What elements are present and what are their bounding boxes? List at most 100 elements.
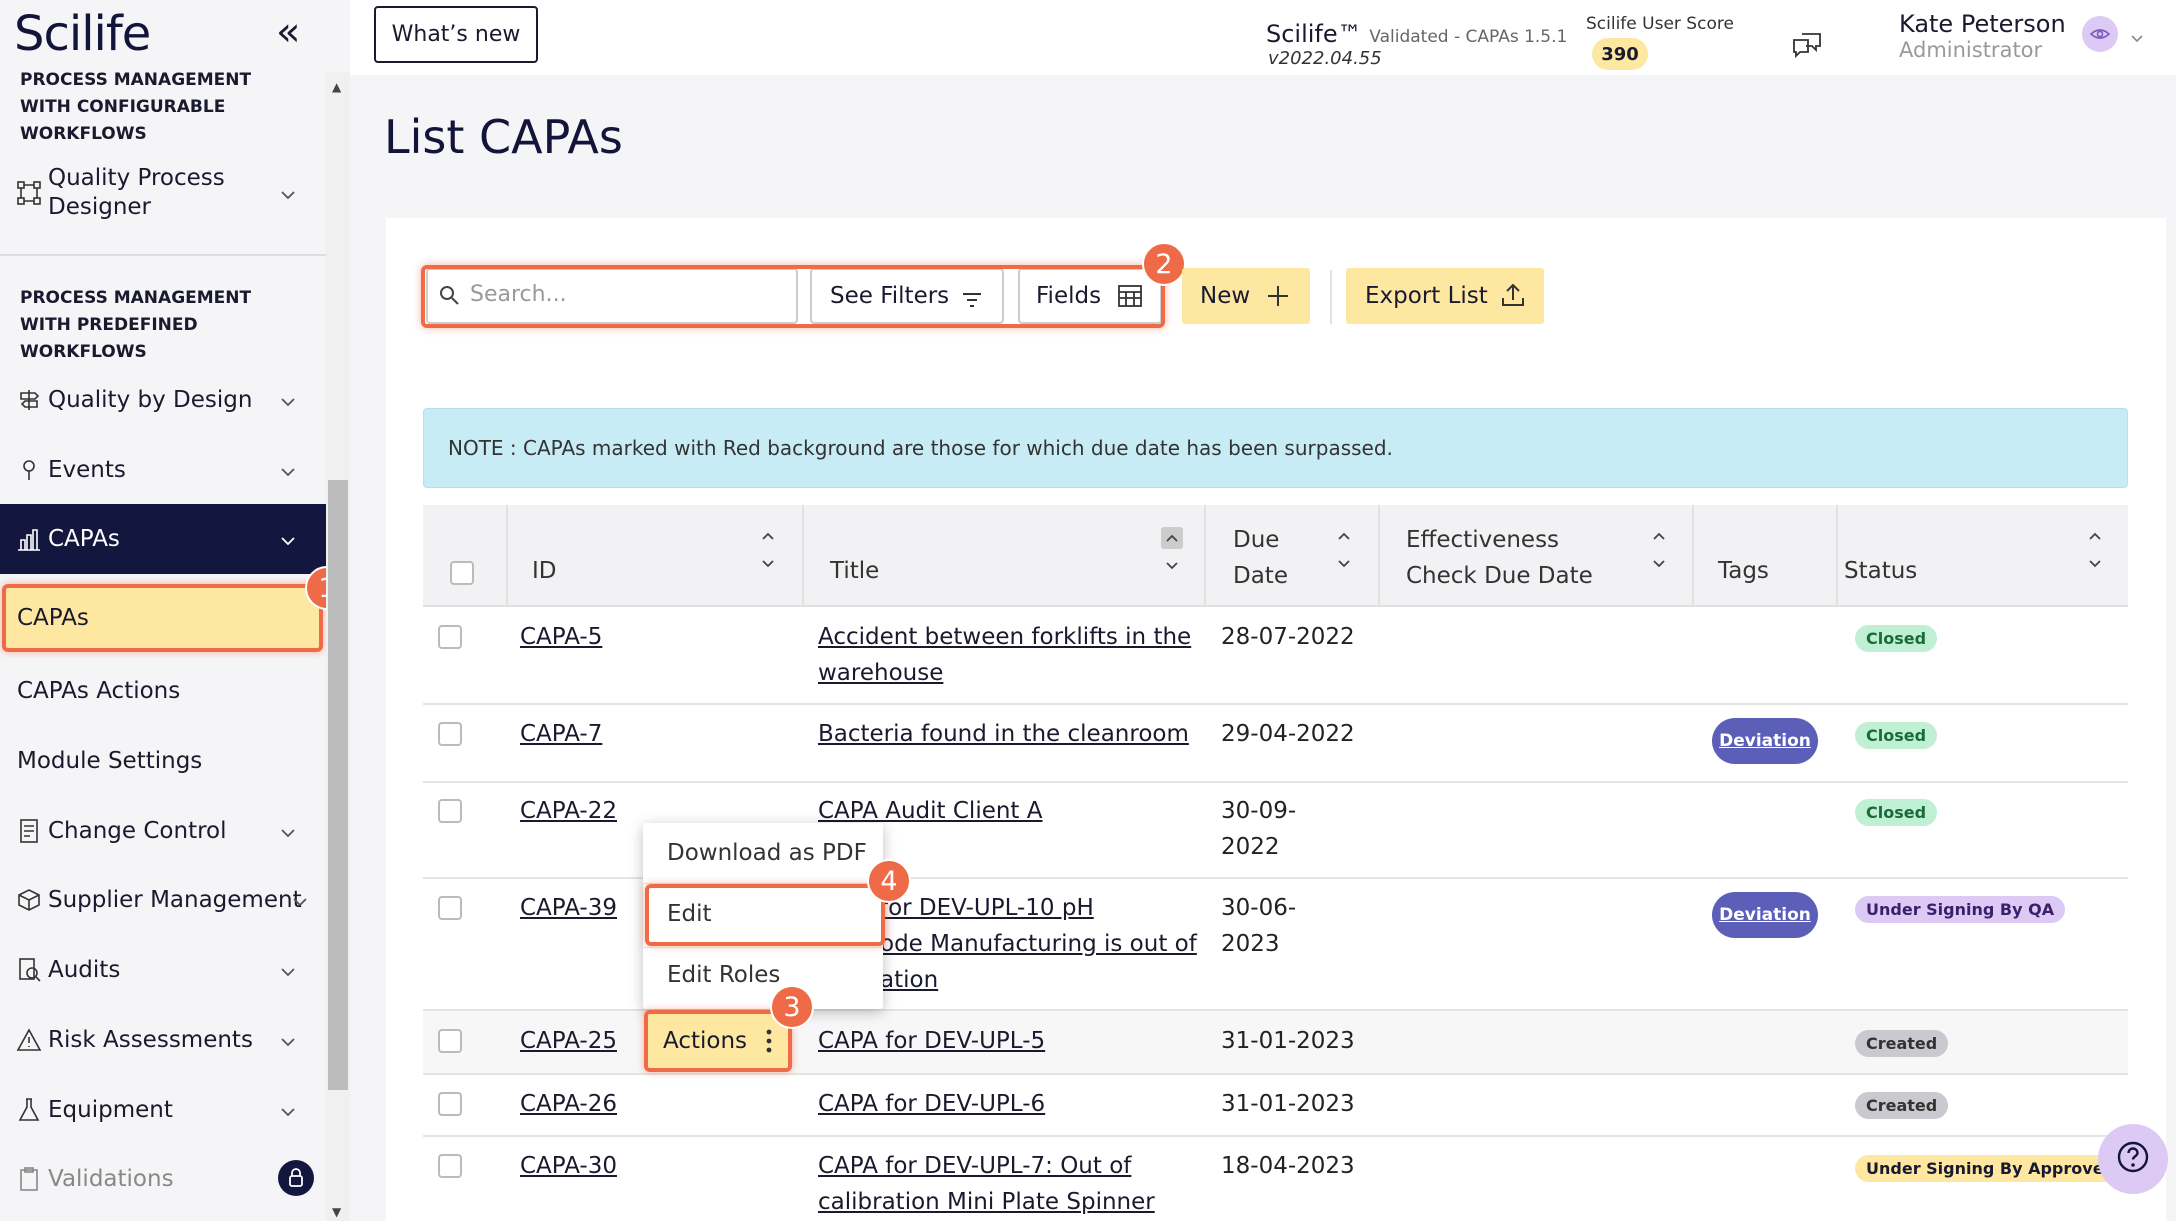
sort-toggle-status[interactable] bbox=[2087, 530, 2103, 575]
capa-title-link[interactable]: for DEV-UPL-10 pH bbox=[880, 890, 1094, 926]
sidebar-scrollbar-thumb[interactable] bbox=[328, 480, 348, 1090]
row-checkbox[interactable] bbox=[438, 799, 462, 823]
select-all-checkbox[interactable] bbox=[450, 561, 474, 585]
sidebar-subitem-module-settings[interactable]: Module Settings bbox=[0, 726, 326, 796]
sidebar-divider bbox=[0, 254, 326, 256]
capa-title-link[interactable]: CAPA for DEV-UPL-6 bbox=[818, 1086, 1045, 1122]
column-header-id[interactable]: ID bbox=[532, 558, 557, 584]
column-divider bbox=[1378, 505, 1380, 607]
version-label: v2022.04.55 bbox=[1268, 48, 1382, 69]
menu-item-download-pdf[interactable]: Download as PDF bbox=[667, 840, 867, 866]
sidebar-subitem-capas-actions[interactable]: CAPAs Actions bbox=[0, 656, 326, 726]
tag-deviation[interactable]: Deviation bbox=[1712, 892, 1818, 938]
row-checkbox[interactable] bbox=[438, 722, 462, 746]
sidebar-item-audits[interactable]: Audits bbox=[0, 935, 326, 1005]
collapse-sidebar-icon[interactable]: « bbox=[276, 12, 300, 52]
column-header-effectiveness[interactable]: Effectiveness Check Due Date bbox=[1406, 522, 1593, 594]
product-validated-label: Validated - CAPAs 1.5.1 bbox=[1369, 27, 1568, 47]
callout-highlight-2 bbox=[421, 265, 1165, 328]
row-checkbox[interactable] bbox=[438, 1092, 462, 1116]
sort-toggle-effectiveness[interactable] bbox=[1651, 530, 1667, 575]
sidebar: Scilife « PROCESS MANAGEMENT WITH CONFIG… bbox=[0, 0, 326, 1221]
sidebar-item-supplier-management[interactable]: Supplier Management bbox=[0, 865, 326, 935]
capa-id-link[interactable]: CAPA-5 bbox=[520, 619, 602, 655]
sidebar-item-quality-process-designer[interactable]: Quality Process Designer bbox=[0, 158, 326, 228]
callout-highlight-3 bbox=[644, 1010, 792, 1072]
capa-id-link[interactable]: CAPA-25 bbox=[520, 1023, 617, 1059]
column-divider bbox=[802, 505, 804, 607]
column-header-title[interactable]: Title bbox=[830, 558, 879, 584]
callout-badge-2: 2 bbox=[1142, 242, 1186, 286]
workflow-icon bbox=[14, 180, 44, 206]
capa-id-link[interactable]: CAPA-39 bbox=[520, 890, 617, 926]
capa-id-link[interactable]: CAPA-7 bbox=[520, 716, 602, 752]
capa-id-link[interactable]: CAPA-30 bbox=[520, 1148, 617, 1184]
column-header-tags[interactable]: Tags bbox=[1718, 558, 1769, 584]
capa-title-link[interactable]: calibration Mini Plate Spinner bbox=[818, 1184, 1155, 1220]
export-list-button[interactable]: Export List bbox=[1346, 268, 1544, 324]
help-button[interactable] bbox=[2098, 1124, 2168, 1194]
capa-title-link[interactable]: CAPA for DEV-UPL-7: Out of bbox=[818, 1148, 1131, 1184]
product-name: Scilife™ Validated - CAPAs 1.5.1 bbox=[1266, 20, 1567, 48]
capa-title-link[interactable]: CAPA for DEV-UPL-5 bbox=[818, 1023, 1045, 1059]
capa-title-link[interactable]: Bacteria found in the cleanroom bbox=[818, 716, 1189, 752]
help-icon bbox=[2116, 1140, 2150, 1178]
sort-toggle-due-date[interactable] bbox=[1336, 530, 1352, 575]
sidebar-item-label: Quality Process Designer bbox=[48, 165, 225, 220]
capa-title-link[interactable]: warehouse bbox=[818, 655, 943, 691]
callout-highlight-1 bbox=[2, 584, 323, 652]
row-checkbox[interactable] bbox=[438, 1154, 462, 1178]
due-header-line1: Due bbox=[1233, 527, 1280, 553]
column-header-due-date[interactable]: Due Date bbox=[1233, 522, 1288, 594]
sidebar-item-validations[interactable]: Validations bbox=[0, 1144, 326, 1214]
avatar[interactable] bbox=[2082, 16, 2118, 52]
status-badge: Closed bbox=[1855, 799, 1938, 826]
row-checkbox[interactable] bbox=[438, 625, 462, 649]
document-icon bbox=[14, 818, 44, 844]
sidebar-item-capas[interactable]: CAPAs bbox=[0, 504, 326, 574]
whats-new-button[interactable]: What’s new bbox=[374, 6, 538, 63]
due-date: 18-04-2023 bbox=[1221, 1153, 1355, 1179]
column-header-status[interactable]: Status bbox=[1844, 558, 1917, 584]
new-button[interactable]: New bbox=[1182, 268, 1310, 324]
sidebar-item-events[interactable]: Events bbox=[0, 435, 326, 505]
chevron-down-icon bbox=[280, 1097, 296, 1123]
sort-toggle-title[interactable] bbox=[1161, 527, 1183, 578]
status-badge: Created bbox=[1855, 1092, 1949, 1119]
page-title: List CAPAs bbox=[384, 110, 623, 164]
capa-title-link[interactable]: Accident between forklifts in the bbox=[818, 619, 1191, 655]
capa-title-link[interactable]: ode Manufacturing is out of bbox=[880, 926, 1197, 962]
sidebar-item-risk-assessments[interactable]: Risk Assessments bbox=[0, 1005, 326, 1075]
row-checkbox[interactable] bbox=[438, 896, 462, 920]
chevron-down-icon bbox=[292, 887, 308, 913]
plus-icon bbox=[1266, 284, 1290, 314]
sidebar-item-label: Quality by Design bbox=[48, 387, 253, 413]
due-date-year: 2023 bbox=[1221, 931, 1280, 957]
scilife-logo[interactable]: Scilife bbox=[14, 6, 151, 62]
capa-title-link[interactable]: ation bbox=[880, 962, 938, 998]
scroll-up-icon[interactable]: ▲ bbox=[332, 80, 341, 94]
sidebar-item-equipment[interactable]: Equipment bbox=[0, 1075, 326, 1145]
row-checkbox[interactable] bbox=[438, 1029, 462, 1053]
sort-toggle-id[interactable] bbox=[760, 530, 776, 575]
sidebar-item-change-control[interactable]: Change Control bbox=[0, 796, 326, 866]
capa-id-link[interactable]: CAPA-22 bbox=[520, 793, 617, 829]
user-name[interactable]: Kate Peterson bbox=[1899, 10, 2066, 38]
tag-deviation[interactable]: Deviation bbox=[1712, 718, 1818, 764]
capa-id-link[interactable]: CAPA-26 bbox=[520, 1086, 617, 1122]
new-label: New bbox=[1200, 283, 1251, 309]
status-badge: Under Signing By QA bbox=[1855, 896, 2066, 923]
lock-icon bbox=[278, 1160, 314, 1196]
chat-icon[interactable] bbox=[1792, 30, 1822, 64]
scroll-down-icon[interactable]: ▼ bbox=[332, 1205, 341, 1219]
callout-highlight-4 bbox=[645, 884, 885, 946]
warning-icon bbox=[14, 1028, 44, 1052]
sidebar-item-quality-by-design[interactable]: Quality by Design bbox=[0, 365, 326, 435]
chevron-down-icon bbox=[280, 818, 296, 844]
status-badge: Created bbox=[1855, 1030, 1949, 1057]
flask-icon bbox=[14, 1097, 44, 1123]
user-score-label: Scilife User Score bbox=[1586, 14, 1734, 34]
menu-item-edit-roles[interactable]: Edit Roles bbox=[667, 962, 780, 988]
user-menu-chevron-icon[interactable] bbox=[2130, 28, 2144, 47]
sidebar-item-label: Events bbox=[48, 457, 126, 483]
